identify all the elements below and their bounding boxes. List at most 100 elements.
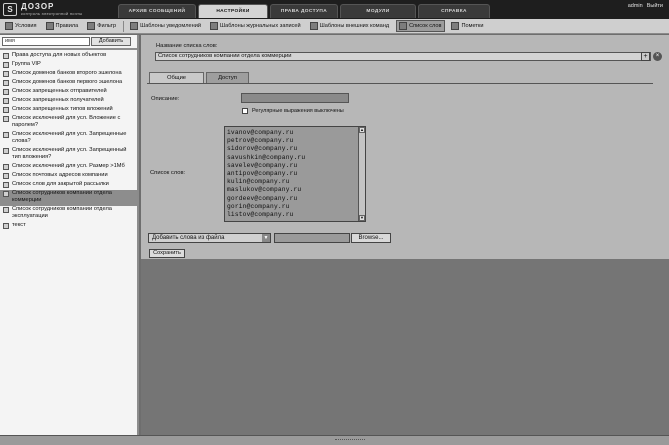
toolbar-conditions[interactable]: Условия xyxy=(3,20,40,32)
list-item-label: Список доменов банков первого эшелона xyxy=(12,79,123,85)
word-list-textarea[interactable]: ivanov@company.ru petrov@company.ru sido… xyxy=(224,126,366,222)
list-item[interactable]: Список исключений для усл. Запрещенные с… xyxy=(0,131,137,147)
name-input[interactable]: имя xyxy=(2,37,90,46)
word-list-scrollbar[interactable]: ▲ ▼ xyxy=(358,127,365,221)
form-tabs: Общие Доступ xyxy=(149,72,251,83)
toolbar-rules[interactable]: Правила xyxy=(44,20,82,32)
import-select[interactable]: Добавить слова из файла ▼ xyxy=(148,233,271,243)
list-item[interactable]: Права доступа для новых объектов xyxy=(0,52,137,61)
word-entry: gorin@company.ru xyxy=(227,202,290,210)
regex-label: Регулярные выражения выключены xyxy=(252,108,344,114)
toolbar-external-commands-label: Шаблоны внешних команд xyxy=(319,23,390,29)
word-list-icon xyxy=(399,22,408,30)
list-icon xyxy=(3,223,9,229)
left-panel: имя Добавить Права доступа для новых объ… xyxy=(0,35,139,435)
list-item-label: Список слов для закрытой рассылки xyxy=(12,181,109,187)
close-icon[interactable]: × xyxy=(653,52,662,61)
list-item-label: Список исключений для усл. Запрещенный т… xyxy=(12,147,127,160)
list-item-label: Список почтовых адресов компании xyxy=(12,172,108,178)
chevron-down-icon: ▼ xyxy=(262,234,270,242)
plus-icon[interactable]: + xyxy=(641,52,650,61)
marks-icon xyxy=(451,22,460,30)
tab-archive[interactable]: АРХИВ СООБЩЕНИЙ xyxy=(118,4,196,18)
list-icon xyxy=(3,98,9,104)
toolbar-journal-templates-label: Шаблоны журнальных записей xyxy=(219,23,301,29)
left-divider xyxy=(0,48,137,50)
list-icon xyxy=(3,107,9,113)
list-item[interactable]: Список запрещенных типов вложений xyxy=(0,106,137,115)
file-path-input[interactable] xyxy=(274,233,350,243)
list-item[interactable]: Список запрещенных получателей xyxy=(0,97,137,106)
list-icon xyxy=(3,71,9,77)
list-item[interactable]: Список исключений для усл. Запрещенный т… xyxy=(0,147,137,163)
scroll-up-icon[interactable]: ▲ xyxy=(359,127,365,133)
logo-name: ДОЗОР xyxy=(21,2,55,11)
description-input[interactable] xyxy=(241,93,349,103)
list-item[interactable]: Список исключений для усл. Размер >1Мб xyxy=(0,163,137,172)
toolbar-divider xyxy=(123,20,125,32)
list-icon xyxy=(3,191,9,197)
save-button[interactable]: Сохранить xyxy=(149,249,185,258)
list-item[interactable]: Список сотрудников компании отдела экспл… xyxy=(0,206,137,222)
word-list-label: Список слов: xyxy=(150,170,186,176)
list-item[interactable]: Список доменов банков второго эшелона xyxy=(0,70,137,79)
user-name-link[interactable]: admin xyxy=(628,3,643,9)
list-item[interactable]: Список слов для закрытой рассылки xyxy=(0,181,137,190)
journal-template-icon xyxy=(209,22,218,30)
word-list-tree: Права доступа для новых объектов Группа … xyxy=(0,52,137,231)
list-icon xyxy=(3,207,9,213)
list-item[interactable]: Список почтовых адресов компании xyxy=(0,172,137,181)
toolbar-word-list-label: Список слов xyxy=(409,23,442,29)
tab-general[interactable]: Общие xyxy=(149,72,204,83)
toolbar-external-commands[interactable]: Шаблоны внешних команд xyxy=(308,20,392,32)
list-item[interactable]: Список запрещенных отправителей xyxy=(0,88,137,97)
toolbar-word-list[interactable]: Список слов xyxy=(396,20,446,32)
toolbar-journal-templates[interactable]: Шаблоны журнальных записей xyxy=(208,20,304,32)
filter-icon xyxy=(87,22,96,30)
word-entry: listov@company.ru xyxy=(227,211,294,219)
list-icon xyxy=(3,80,9,86)
list-item-label: Список доменов банков второго эшелона xyxy=(12,70,122,76)
list-item[interactable]: текст xyxy=(0,222,137,231)
import-select-label: Добавить слова из файла xyxy=(152,235,225,241)
scroll-down-icon[interactable]: ▼ xyxy=(359,215,365,221)
add-button[interactable]: Добавить xyxy=(91,37,131,46)
browse-button[interactable]: Browse... xyxy=(351,233,391,243)
resize-grip[interactable] xyxy=(335,439,365,442)
toolbar-marks[interactable]: Пометки xyxy=(449,20,486,32)
exit-link[interactable]: Выйти xyxy=(647,3,663,9)
word-entry: savelev@company.ru xyxy=(227,161,298,169)
list-item-selected[interactable]: Список сотрудников компании отдела комме… xyxy=(0,190,137,206)
tab-panel xyxy=(147,83,653,257)
list-name-label: Название списка слов: xyxy=(156,43,218,49)
tab-help[interactable]: СПРАВКА xyxy=(418,4,490,18)
main-form: Название списка слов: Список сотрудников… xyxy=(141,35,669,259)
list-name-input[interactable]: Список сотрудников компании отдела комме… xyxy=(155,52,651,61)
list-icon xyxy=(3,89,9,95)
tab-filter-settings[interactable]: НАСТРОЙКИ ФИЛЬТРА xyxy=(198,4,268,28)
list-item[interactable]: Группа VIP xyxy=(0,61,137,70)
tab-modules[interactable]: МОДУЛИ xyxy=(340,4,416,18)
top-header: S ДОЗОР контроль электронной почты АРХИВ… xyxy=(0,0,669,28)
bottom-bar xyxy=(0,435,669,445)
tab-access[interactable]: Доступ xyxy=(206,72,249,83)
list-icon xyxy=(3,62,9,68)
list-icon xyxy=(3,148,9,154)
toolbar-notification-templates[interactable]: Шаблоны уведомлений xyxy=(128,20,204,32)
toolbar-marks-label: Пометки xyxy=(461,23,484,29)
word-entry: gordeev@company.ru xyxy=(227,194,298,202)
list-item[interactable]: Список доменов банков первого эшелона xyxy=(0,79,137,88)
empty-content-area xyxy=(141,259,669,435)
tab-access-rights[interactable]: ПРАВА ДОСТУПА xyxy=(270,4,338,18)
description-label: Описание: xyxy=(151,96,180,102)
list-item-label: Список запрещенных отправителей xyxy=(12,88,107,94)
toolbar-rules-label: Правила xyxy=(55,23,79,29)
list-item[interactable]: Список исключений для усл. Вложение с па… xyxy=(0,115,137,131)
list-item-label: Список исключений для усл. Запрещенные с… xyxy=(12,131,127,144)
list-item-label: Группа VIP xyxy=(12,61,41,67)
external-command-icon xyxy=(309,22,318,30)
app-logo: S ДОЗОР контроль электронной почты xyxy=(3,2,93,18)
regex-checkbox[interactable] xyxy=(242,108,248,114)
word-entry: petrov@company.ru xyxy=(227,137,294,145)
toolbar-filter[interactable]: Фильтр xyxy=(85,20,119,32)
